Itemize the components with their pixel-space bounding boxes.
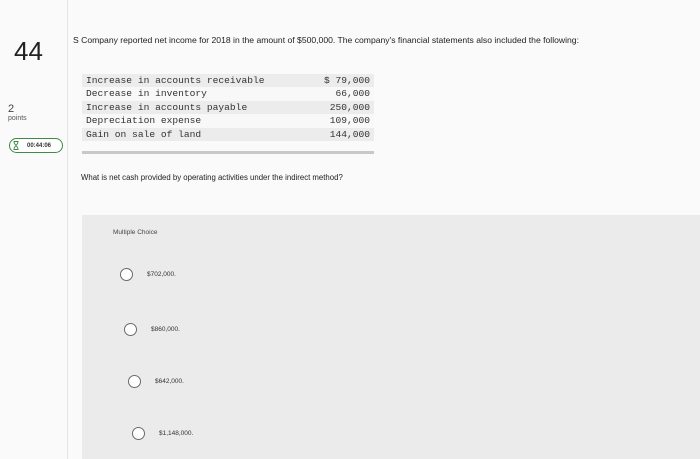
choice-option-a[interactable]: $702,000. (120, 268, 176, 281)
timer-badge: 00:44:06 (9, 138, 63, 153)
table-item: Increase in accounts payable (82, 100, 309, 115)
table-amount: 66,000 (308, 87, 374, 101)
radio-button[interactable] (132, 427, 145, 440)
question-page: 44 2 points 00:44:06 S Company reported … (0, 0, 700, 459)
choice-label: $860,000. (151, 326, 180, 333)
choice-option-b[interactable]: $860,000. (124, 323, 180, 336)
table-row: Increase in accounts payable 250,000 (82, 100, 374, 115)
table-row: Increase in accounts receivable $ 79,000 (82, 74, 374, 88)
radio-button[interactable] (128, 375, 141, 388)
timer-text: 00:44:06 (27, 142, 52, 149)
table-item: Decrease in inventory (82, 87, 309, 101)
table-bottom-rule (82, 151, 374, 154)
table-item: Gain on sale of land (82, 127, 309, 142)
radio-button[interactable] (124, 323, 137, 336)
table-item: Depreciation expense (82, 114, 309, 128)
multiple-choice-panel: Multiple Choice $702,000. $860,000. $642… (82, 215, 700, 459)
question-text: S Company reported net income for 2018 i… (73, 35, 579, 45)
points-value: 2 (8, 103, 15, 115)
table-amount: 109,000 (308, 114, 374, 128)
choice-option-c[interactable]: $642,000. (128, 375, 184, 388)
table-row: Gain on sale of land 144,000 (82, 127, 374, 142)
choice-label: $702,000. (147, 271, 176, 278)
radio-button[interactable] (120, 268, 133, 281)
points-label: points (8, 115, 27, 122)
financial-data-table: Increase in accounts receivable $ 79,000… (82, 74, 374, 142)
hourglass-icon (13, 140, 21, 151)
table-amount: 144,000 (308, 127, 374, 142)
choice-label: $1,148,000. (159, 430, 194, 437)
table-amount: 250,000 (308, 100, 374, 115)
table-row: Decrease in inventory 66,000 (82, 87, 374, 101)
multiple-choice-label: Multiple Choice (113, 229, 158, 236)
choice-label: $642,000. (155, 378, 184, 385)
table-row: Depreciation expense 109,000 (82, 114, 374, 128)
choice-option-d[interactable]: $1,148,000. (132, 427, 193, 440)
question-sidebar: 44 2 points 00:44:06 (0, 0, 68, 459)
question-number: 44 (14, 36, 43, 66)
table-amount: $ 79,000 (308, 74, 374, 88)
question-prompt: What is net cash provided by operating a… (81, 173, 343, 182)
table-item: Increase in accounts receivable (82, 74, 309, 88)
